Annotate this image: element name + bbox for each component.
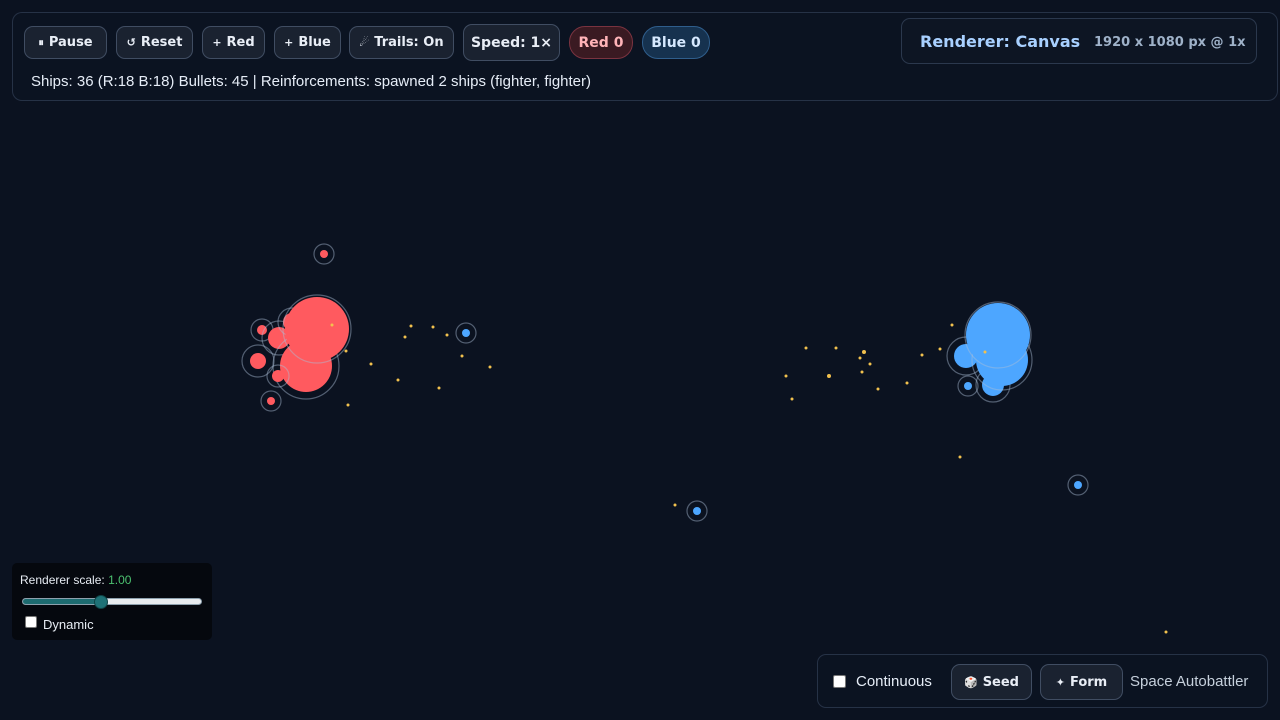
speed-label: Speed: 1× <box>470 34 553 51</box>
reset-button[interactable]: ↺ Reset <box>116 26 193 59</box>
red-ship <box>285 297 349 361</box>
bullet <box>784 374 788 378</box>
blue-ship <box>1074 481 1082 489</box>
bullet <box>396 378 400 382</box>
speed-button[interactable]: Speed: 1× <box>463 24 560 61</box>
dynamic-checkbox[interactable] <box>25 616 37 628</box>
bullet <box>905 381 909 385</box>
bullet <box>790 397 794 401</box>
plus-icon: + <box>284 36 294 49</box>
trails-label: Trails: On <box>374 35 444 50</box>
red-score-badge: Red 0 <box>569 26 633 59</box>
bullet <box>860 370 864 374</box>
bullet <box>369 362 373 366</box>
bottom-controls: Continuous 🎲 Seed ✦ Form Space Autobattl… <box>817 654 1268 708</box>
top-hud: ⏸ Pause ↺ Reset + Red + Blue ☄ Trails: O… <box>12 12 1278 101</box>
bullet <box>876 387 880 391</box>
dice-icon: 🎲 <box>963 675 978 689</box>
bullet <box>409 324 413 328</box>
reset-label: Reset <box>140 35 183 50</box>
bullet <box>488 365 492 369</box>
renderer-resolution: 1920 x 1080 px @ 1x <box>1094 35 1246 50</box>
form-label: Form <box>1069 674 1108 690</box>
trails-toggle-button[interactable]: ☄ Trails: On <box>349 26 454 59</box>
red-ship <box>272 370 284 382</box>
pause-icon: ⏸ <box>38 35 44 49</box>
bullet <box>827 374 831 378</box>
add-blue-label: Blue <box>298 35 331 50</box>
slider-fill <box>23 599 102 604</box>
bullet <box>950 323 954 327</box>
blue-score-badge: Blue 0 <box>642 26 710 59</box>
red-ship <box>250 353 266 369</box>
renderer-scale-value: 1.00 <box>108 573 132 587</box>
bullet <box>938 347 942 351</box>
bullet <box>437 386 441 390</box>
bullet <box>983 350 987 354</box>
bullet <box>858 356 862 360</box>
blue-ship <box>462 329 470 337</box>
renderer-scale-label: Renderer scale: 1.00 <box>20 573 131 587</box>
form-button[interactable]: ✦ Form <box>1040 664 1123 700</box>
bullet <box>330 323 334 327</box>
seed-label: Seed <box>982 674 1019 690</box>
plus-icon: + <box>212 36 222 49</box>
pause-label: Pause <box>48 35 93 50</box>
bullet <box>862 350 866 354</box>
renderer-scale-caption: Renderer scale: <box>20 573 105 587</box>
renderer-info: Renderer: Canvas 1920 x 1080 px @ 1x <box>901 18 1257 64</box>
slider-thumb[interactable] <box>94 595 109 609</box>
bullet <box>344 349 348 353</box>
bullet <box>445 333 449 337</box>
bullet <box>403 335 407 339</box>
dynamic-label: Dynamic <box>43 617 94 632</box>
bullet <box>460 354 464 358</box>
red-ship <box>320 250 328 258</box>
renderer-scale-slider[interactable] <box>22 598 202 605</box>
comet-icon: ☄ <box>359 36 370 49</box>
bullet <box>958 455 962 459</box>
reset-icon: ↺ <box>126 36 136 49</box>
bullet <box>868 362 872 366</box>
bullet <box>431 325 435 329</box>
bullet <box>834 346 838 350</box>
seed-button[interactable]: 🎲 Seed <box>951 664 1032 700</box>
app-title: Space Autobattler <box>1130 673 1249 690</box>
blue-ship <box>966 303 1030 367</box>
bullet <box>920 353 924 357</box>
status-line: Ships: 36 (R:18 B:18) Bullets: 45 | Rein… <box>31 73 592 90</box>
add-blue-button[interactable]: + Blue <box>274 26 341 59</box>
game-stage: ⏸ Pause ↺ Reset + Red + Blue ☄ Trails: O… <box>0 0 1280 720</box>
continuous-label: Continuous <box>856 673 932 690</box>
blue-ship <box>693 507 701 515</box>
add-red-button[interactable]: + Red <box>202 26 265 59</box>
add-red-label: Red <box>226 35 255 50</box>
bullet <box>804 346 808 350</box>
formation-icon: ✦ <box>1055 675 1065 689</box>
continuous-checkbox[interactable] <box>833 675 846 688</box>
bullet <box>1164 630 1168 634</box>
renderer-scale-panel: Renderer scale: 1.00 Dynamic <box>12 563 212 640</box>
bullet <box>346 403 350 407</box>
bullet <box>673 503 677 507</box>
red-ship <box>267 397 275 405</box>
renderer-title: Renderer: Canvas <box>920 32 1081 51</box>
blue-ship <box>964 382 972 390</box>
pause-button[interactable]: ⏸ Pause <box>24 26 107 59</box>
